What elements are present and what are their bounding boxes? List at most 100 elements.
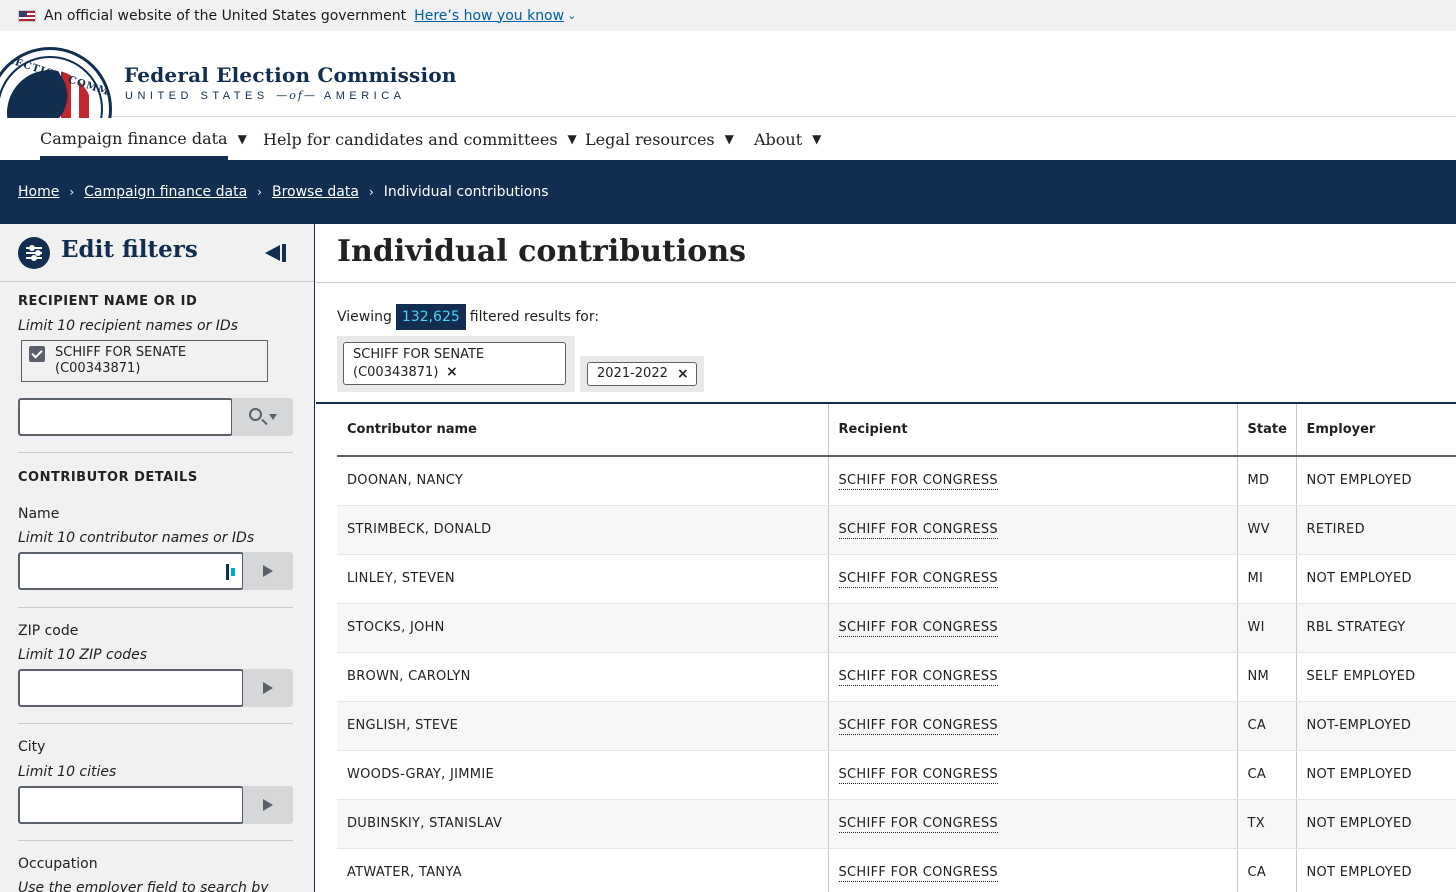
divider — [18, 840, 293, 841]
divider — [18, 607, 293, 608]
occupation-label: Occupation — [18, 856, 98, 872]
subtitle-left: UNITED STATES — [125, 90, 269, 102]
close-icon[interactable]: × — [677, 366, 689, 382]
cell-recipient: SCHIFF FOR CONGRESS — [827, 456, 1237, 506]
column-header-contributor-name[interactable]: Contributor name — [337, 404, 828, 457]
recipient-link[interactable]: SCHIFF FOR CONGRESS — [838, 620, 998, 637]
recipient-link[interactable]: SCHIFF FOR CONGRESS — [838, 816, 998, 833]
subtitle-of: —of— — [276, 89, 317, 102]
cell-contributor-name: ENGLISH, STEVE — [337, 701, 828, 751]
checkbox-checked-icon[interactable] — [29, 346, 45, 362]
nav-label: Campaign finance data — [40, 118, 228, 160]
site-subtitle: UNITED STATES —of— AMERICA — [125, 89, 406, 102]
recipient-link[interactable]: SCHIFF FOR CONGRESS — [838, 473, 998, 491]
tag-label: 2021-2022 — [597, 366, 668, 381]
filter-tag-period[interactable]: 2021-2022 × — [587, 362, 697, 386]
site-title[interactable]: Federal Election Commission — [124, 63, 457, 87]
recipient-selected-name: SCHIFF FOR SENATE — [55, 345, 187, 360]
table-header-row: Contributor name Recipient State Employe… — [337, 404, 1456, 457]
cell-state: WV — [1236, 505, 1296, 555]
recipient-link[interactable]: SCHIFF FOR CONGRESS — [838, 522, 998, 539]
city-go-button[interactable] — [243, 786, 293, 824]
cell-state: MI — [1236, 554, 1296, 604]
table-row[interactable]: LINLEY, STEVEN SCHIFF FOR CONGRESS MI NO… — [337, 554, 1456, 604]
cell-contributor-name: DOONAN, NANCY — [337, 456, 828, 506]
table-row[interactable]: DUBINSKIY, STANISLAV SCHIFF FOR CONGRESS… — [337, 799, 1456, 849]
filters-title: Edit filters — [61, 236, 198, 263]
cell-state: NM — [1236, 652, 1296, 702]
table-row[interactable]: ATWATER, TANYA SCHIFF FOR CONGRESS CA NO… — [337, 848, 1456, 892]
table-row[interactable]: ENGLISH, STEVE SCHIFF FOR CONGRESS CA NO… — [337, 701, 1456, 751]
cell-recipient: SCHIFF FOR CONGRESS — [827, 554, 1237, 604]
table-row[interactable]: BROWN, CAROLYN SCHIFF FOR CONGRESS NM SE… — [337, 652, 1456, 702]
cell-state: TX — [1236, 799, 1296, 849]
heres-how-you-know-link[interactable]: Here’s how you know — [414, 8, 564, 24]
play-arrow-icon — [263, 799, 273, 811]
nav-help-for-candidates[interactable]: Help for candidates and committees ▼ — [263, 118, 577, 160]
recipient-hint: Limit 10 recipient names or IDs — [18, 318, 239, 334]
zip-code-go-button[interactable] — [243, 669, 293, 707]
column-header-employer[interactable]: Employer — [1295, 404, 1456, 457]
recipient-search-input[interactable] — [18, 398, 233, 436]
contributor-name-input[interactable] — [18, 552, 244, 590]
filter-tag-recipient[interactable]: SCHIFF FOR SENATE (C00343871) × — [343, 342, 566, 385]
nav-about[interactable]: About ▼ — [754, 118, 821, 160]
main-content: Individual contributions Viewing 132,625… — [316, 224, 1456, 892]
table-row[interactable]: STRIMBECK, DONALD SCHIFF FOR CONGRESS WV… — [337, 505, 1456, 555]
city-input[interactable] — [18, 786, 244, 824]
caret-down-icon: ▼ — [237, 132, 247, 146]
breadcrumb-current: Individual contributions — [383, 184, 549, 200]
cell-state: WI — [1236, 603, 1296, 653]
search-icon — [249, 408, 262, 421]
main-nav: Campaign finance data ▼ Help for candida… — [0, 118, 1456, 160]
divider — [316, 282, 1456, 283]
filter-sliders-icon — [18, 237, 50, 269]
results-count-badge: 132,625 — [395, 304, 466, 330]
zip-code-input[interactable] — [18, 669, 244, 707]
divider — [18, 452, 293, 453]
cell-state: MD — [1236, 456, 1296, 506]
recipient-link[interactable]: SCHIFF FOR CONGRESS — [838, 669, 998, 686]
nav-legal-resources[interactable]: Legal resources ▼ — [585, 118, 734, 160]
table-row[interactable]: WOODS-GRAY, JIMMIE SCHIFF FOR CONGRESS C… — [337, 750, 1456, 800]
recipient-link[interactable]: SCHIFF FOR CONGRESS — [838, 718, 998, 735]
recipient-link[interactable]: SCHIFF FOR CONGRESS — [838, 865, 998, 882]
table-row[interactable]: DOONAN, NANCY SCHIFF FOR CONGRESS MD NOT… — [337, 456, 1456, 506]
filter-tag-group: 2021-2022 × — [580, 356, 704, 392]
cell-contributor-name: DUBINSKIY, STANISLAV — [337, 799, 828, 849]
recipient-selected-id: (C00343871) — [55, 361, 141, 376]
breadcrumb-campaign-finance-data[interactable]: Campaign finance data — [84, 184, 247, 200]
column-header-recipient[interactable]: Recipient — [827, 404, 1237, 457]
cell-state: CA — [1236, 848, 1296, 892]
contributor-name-go-button[interactable] — [243, 552, 293, 590]
page-title: Individual contributions — [337, 234, 747, 269]
cell-state: CA — [1236, 750, 1296, 800]
zip-code-hint: Limit 10 ZIP codes — [18, 647, 148, 663]
filters-sidebar: Edit filters RECIPIENT NAME OR ID Limit … — [0, 224, 315, 892]
recipient-link[interactable]: SCHIFF FOR CONGRESS — [838, 767, 998, 784]
cell-employer: NOT EMPLOYED — [1295, 799, 1456, 849]
recipient-link[interactable]: SCHIFF FOR CONGRESS — [838, 571, 998, 588]
close-icon[interactable]: × — [446, 364, 458, 380]
nav-campaign-finance-data[interactable]: Campaign finance data ▼ — [40, 118, 247, 160]
caret-down-icon — [269, 414, 277, 420]
recipient-section-title: RECIPIENT NAME OR ID — [18, 294, 198, 309]
chevron-down-icon[interactable]: ⌄ — [567, 9, 576, 22]
breadcrumb-home[interactable]: Home — [18, 184, 59, 200]
tag-label: SCHIFF FOR SENATE (C00343871) — [353, 346, 484, 382]
recipient-search-button[interactable] — [232, 398, 293, 436]
cell-recipient: SCHIFF FOR CONGRESS — [827, 505, 1237, 555]
cell-recipient: SCHIFF FOR CONGRESS — [827, 848, 1237, 892]
cell-recipient: SCHIFF FOR CONGRESS — [827, 652, 1237, 702]
collapse-sidebar-icon[interactable] — [265, 244, 289, 262]
breadcrumb-browse-data[interactable]: Browse data — [272, 184, 359, 200]
breadcrumb-separator: › — [368, 185, 374, 199]
play-arrow-icon — [263, 565, 273, 577]
cell-recipient: SCHIFF FOR CONGRESS — [827, 701, 1237, 751]
table-row[interactable]: STOCKS, JOHN SCHIFF FOR CONGRESS WI RBL … — [337, 603, 1456, 653]
column-header-state[interactable]: State — [1236, 404, 1296, 457]
contributor-name-label: Name — [18, 506, 60, 522]
play-arrow-icon — [263, 682, 273, 694]
cell-employer: RETIRED — [1295, 505, 1456, 555]
recipient-selected-option[interactable]: SCHIFF FOR SENATE (C00343871) — [21, 340, 268, 382]
